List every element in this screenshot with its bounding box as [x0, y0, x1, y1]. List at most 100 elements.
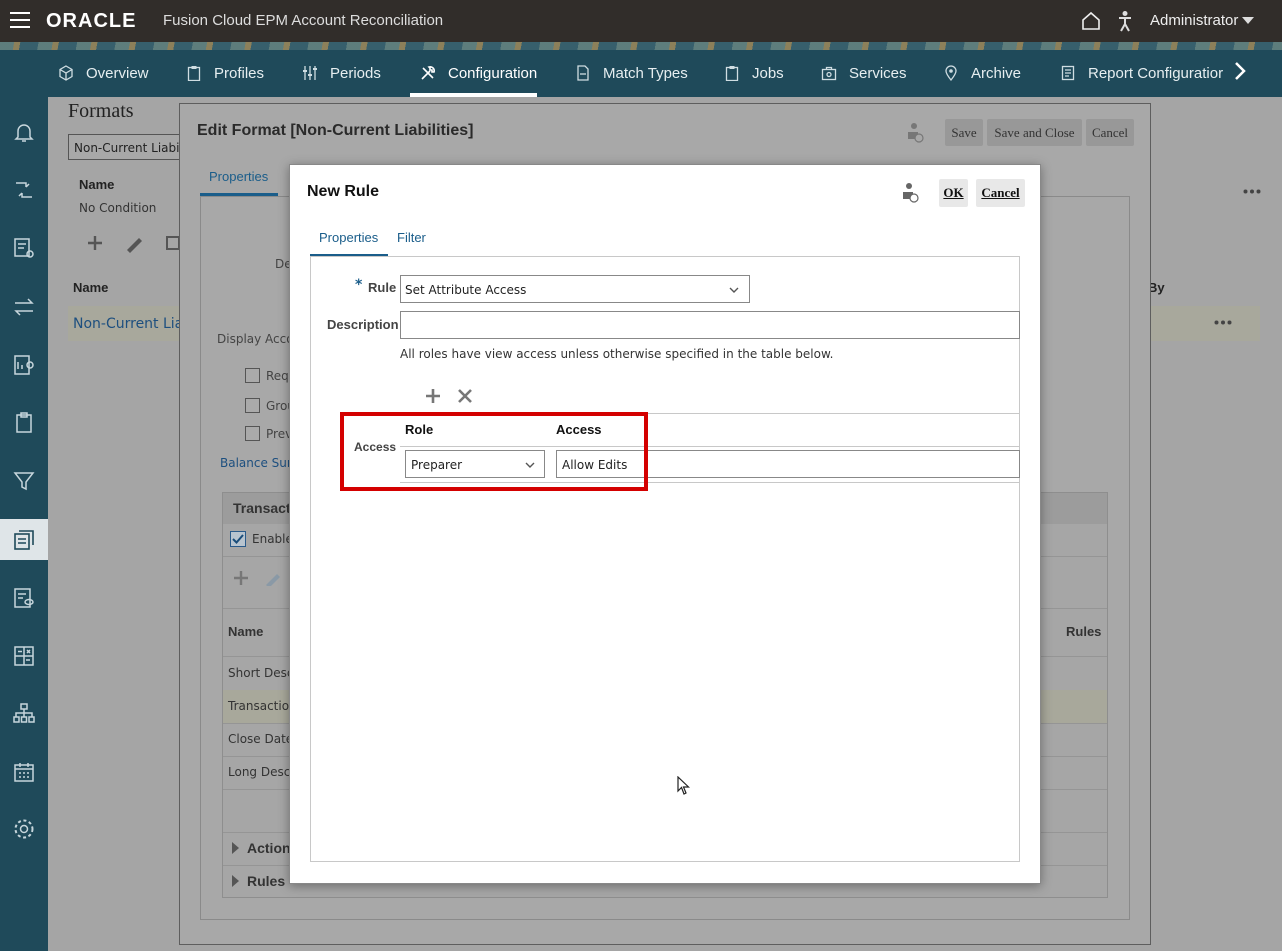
tab-configuration-label: Configuration [448, 64, 538, 82]
reconciliation-icon[interactable] [12, 178, 36, 202]
tab-report-configuration-label: Report Configuratior [1088, 64, 1224, 82]
report-icon [1061, 65, 1075, 81]
rules-section-title: Rules [247, 873, 286, 889]
format-selector[interactable]: Non-Current Liabiliti [68, 134, 180, 160]
chevron-down-icon[interactable] [729, 286, 739, 294]
tab-profiles-label: Profiles [214, 64, 265, 82]
more-actions-icon[interactable] [1243, 189, 1261, 194]
description-input[interactable] [400, 311, 1020, 339]
tab-services[interactable]: Services [821, 60, 907, 86]
delete-icon[interactable] [458, 389, 472, 403]
tab-match-types[interactable]: Match Types [575, 60, 688, 86]
save-and-close-button[interactable]: Save and Close [987, 119, 1082, 146]
rule-select[interactable]: Set Attribute Access [400, 275, 750, 303]
display-access-label: Display Acco [217, 332, 294, 346]
calendar-icon[interactable] [12, 760, 36, 784]
checkbox[interactable] [245, 398, 260, 413]
oracle-logo: ORACLE [46, 10, 137, 32]
add-icon[interactable] [425, 388, 441, 404]
calculator-icon[interactable] [12, 644, 36, 668]
tab-archive[interactable]: Archive [943, 60, 1021, 86]
tab-properties[interactable]: Properties [209, 169, 268, 184]
home-icon[interactable] [1080, 10, 1102, 32]
clipboard-icon [187, 66, 201, 81]
report-settings-icon[interactable] [12, 353, 36, 377]
document-link-icon [577, 65, 589, 81]
attribute-row[interactable]: Long Descr [228, 765, 295, 779]
pencil-icon [127, 238, 142, 253]
filter-icon[interactable] [12, 469, 36, 493]
bell-icon[interactable] [12, 120, 36, 144]
checkbox[interactable] [245, 368, 260, 383]
tab-jobs-label: Jobs [752, 64, 784, 82]
filter-name-header: Name [79, 177, 115, 192]
transfer-arrows-icon[interactable] [12, 295, 36, 319]
tab-jobs[interactable]: Jobs [724, 60, 784, 86]
checkmark-icon [232, 534, 244, 544]
tab-filter[interactable]: Filter [397, 230, 426, 245]
user-menu[interactable]: Administrator [1150, 12, 1238, 29]
tab-profiles[interactable]: Profiles [186, 60, 264, 86]
actions-section-toggle[interactable]: Action [232, 840, 291, 856]
add-icon [88, 236, 102, 250]
no-condition-text: No Condition [79, 201, 157, 215]
attribute-row[interactable]: Transaction [228, 699, 297, 713]
clipboard-icon[interactable] [12, 411, 36, 435]
sliders-icon [303, 66, 317, 80]
tab-overview-label: Overview [86, 64, 149, 82]
accessibility-user-icon[interactable] [1117, 10, 1133, 32]
hierarchy-icon[interactable] [12, 702, 36, 726]
caret-down-icon[interactable] [1242, 17, 1254, 24]
balance-summary-link[interactable]: Balance Sum [220, 456, 299, 470]
hamburger-menu-icon[interactable] [10, 12, 30, 29]
nav-decoration [0, 42, 1282, 50]
attribute-row[interactable]: Close Date [228, 732, 293, 746]
mouse-cursor-icon [677, 776, 690, 795]
tab-services-label: Services [849, 64, 907, 82]
cancel-button[interactable]: Cancel [976, 179, 1025, 207]
document-settings-icon[interactable] [12, 236, 36, 260]
location-pin-icon [945, 65, 957, 81]
app-title: Fusion Cloud EPM Account Reconciliation [163, 12, 444, 29]
tab-periods[interactable]: Periods [302, 60, 381, 86]
columns-icon [166, 236, 180, 250]
tab-archive-label: Archive [971, 64, 1022, 82]
actions-section-title: Action [247, 840, 291, 856]
gear-icon[interactable] [12, 817, 36, 841]
tab-properties[interactable]: Properties [319, 230, 378, 245]
document-view-icon[interactable] [12, 586, 36, 610]
cancel-button[interactable]: Cancel [1086, 119, 1134, 146]
page-title: Formats [68, 100, 134, 122]
tab-match-types-label: Match Types [603, 64, 688, 82]
tab-overview[interactable]: Overview [58, 60, 149, 86]
expand-triangle-icon [232, 875, 239, 887]
attribute-row[interactable]: Short Descr [228, 666, 298, 680]
name-column-header: Name [228, 624, 264, 639]
checkbox[interactable] [245, 426, 260, 441]
edit-format-title: Edit Format [Non-Current Liabilities] [197, 122, 474, 139]
rules-column-header: Rules [1066, 624, 1102, 639]
briefcase-icon [821, 66, 837, 81]
page-toolbar [88, 236, 180, 253]
section-toolbar [234, 571, 280, 586]
rules-section-toggle[interactable]: Rules [232, 873, 285, 889]
more-actions-icon[interactable] [1214, 320, 1232, 325]
save-button[interactable]: Save [945, 119, 983, 146]
help-user-icon[interactable] [901, 182, 919, 204]
new-rule-title: New Rule [307, 183, 380, 200]
chevron-right-icon[interactable] [1232, 60, 1248, 82]
tab-configuration[interactable]: Configuration [420, 60, 537, 86]
highlight-annotation-box [340, 412, 648, 491]
clipboard-icon [725, 66, 739, 81]
tools-icon [421, 66, 435, 80]
tab-report-configuration[interactable]: Report Configuratior [1060, 60, 1223, 86]
section-title: Transact [233, 500, 291, 516]
table-name-header: Name [73, 280, 109, 295]
formats-icon[interactable] [12, 528, 36, 552]
format-row-link[interactable]: Non-Current Liab [73, 316, 192, 332]
pencil-icon [266, 574, 280, 586]
help-user-icon[interactable] [906, 122, 924, 144]
add-icon [234, 571, 248, 585]
rule-label: Rule [368, 280, 397, 295]
ok-button[interactable]: OK [939, 179, 968, 207]
